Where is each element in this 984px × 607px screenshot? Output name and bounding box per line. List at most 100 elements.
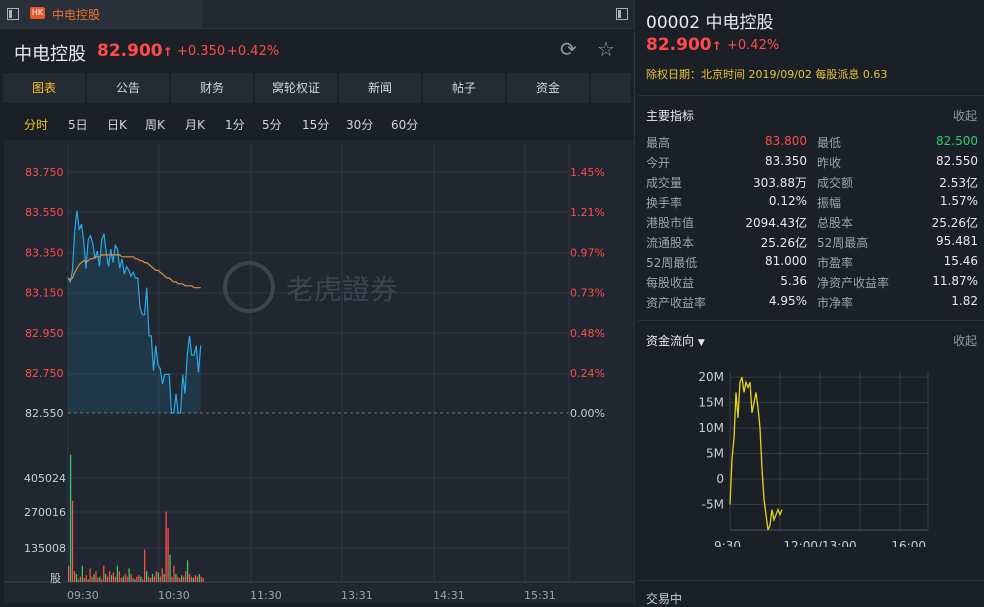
metrics-collapse-button[interactable]: 收起 xyxy=(953,107,977,124)
metric-value: 11.87% xyxy=(932,274,978,288)
volume-bar xyxy=(134,579,136,582)
time-tick-label: 15:31 xyxy=(524,589,556,602)
tab-overflow[interactable] xyxy=(591,73,631,103)
time-tick-label: 13:31 xyxy=(341,589,373,602)
volume-bar xyxy=(130,573,132,582)
pct-tick-label: 0.24% xyxy=(570,367,605,380)
period-5[interactable]: 1分 xyxy=(225,116,245,133)
refresh-icon[interactable]: ⟳ xyxy=(560,37,577,61)
volume-bar xyxy=(138,575,140,582)
trading-status: 交易中 xyxy=(646,592,683,606)
pct-tick-label: 0.48% xyxy=(570,327,605,340)
volume-bar xyxy=(196,576,198,582)
volume-bar xyxy=(116,565,119,582)
volume-bar xyxy=(163,573,165,582)
volume-bar xyxy=(155,571,158,582)
tab-4[interactable]: 新闻 xyxy=(339,73,421,103)
metric-value: 5.36 xyxy=(780,274,807,288)
volume-bar xyxy=(136,576,138,582)
time-tick-label: 14:31 xyxy=(433,589,465,602)
tab-6[interactable]: 资金 xyxy=(507,73,589,103)
volume-bar xyxy=(91,576,93,582)
volume-bar xyxy=(175,573,177,582)
period-0[interactable]: 分时 xyxy=(24,116,48,133)
period-1[interactable]: 5日 xyxy=(68,116,88,133)
metric-label: 今开 xyxy=(646,156,671,170)
volume-bar xyxy=(144,549,146,582)
panel-divider xyxy=(634,0,635,603)
metrics-title: 主要指标 xyxy=(646,109,695,123)
panel-toggle-icon[interactable] xyxy=(616,8,628,20)
tab-1[interactable]: 公告 xyxy=(87,73,169,103)
price-tick-label: 83.550 xyxy=(25,206,64,219)
volume-bar xyxy=(167,527,169,582)
star-icon[interactable]: ☆ xyxy=(597,37,615,61)
period-6[interactable]: 5分 xyxy=(262,116,282,133)
time-tick-label: 10:30 xyxy=(158,589,190,602)
volume-bar xyxy=(183,576,185,582)
volume-bar xyxy=(173,565,175,582)
period-7[interactable]: 15分 xyxy=(302,116,329,133)
tab-2[interactable]: 财务 xyxy=(171,73,253,103)
metric-value: 95.481 xyxy=(936,234,978,248)
metric-value: 25.26亿 xyxy=(931,216,978,230)
flow-title-button[interactable]: 资金流向 ▼ xyxy=(646,332,705,349)
metric-label: 最高 xyxy=(646,136,671,150)
price-tick-label: 83.350 xyxy=(25,246,64,259)
pct-tick-label: 0.97% xyxy=(570,246,605,259)
metric-label: 总股本 xyxy=(817,216,854,230)
volume-bar xyxy=(146,571,148,582)
metric-label: 振幅 xyxy=(817,196,842,210)
price-change-pct: +0.42% xyxy=(227,44,280,59)
volume-bar xyxy=(149,577,152,582)
stock-tab[interactable]: HK 中电控股 xyxy=(0,0,202,28)
volume-bar xyxy=(95,571,97,582)
tab-3[interactable]: 窝轮权证 xyxy=(255,73,337,103)
metric-label: 净资产收益率 xyxy=(817,276,890,290)
period-3[interactable]: 周K xyxy=(145,116,165,133)
volume-bar xyxy=(165,511,167,582)
volume-bar xyxy=(177,576,179,582)
volume-bar xyxy=(194,575,197,582)
pct-tick-label: 0.00% xyxy=(570,407,605,420)
metric-label: 资产收益率 xyxy=(646,296,707,310)
price-tick-label: 83.150 xyxy=(25,287,64,300)
metric-label: 成交量 xyxy=(646,176,683,190)
volume-bar xyxy=(132,577,134,582)
flow-collapse-button[interactable]: 收起 xyxy=(953,332,977,349)
tab-5[interactable]: 帖子 xyxy=(423,73,505,103)
period-9[interactable]: 60分 xyxy=(391,116,418,133)
volume-bar xyxy=(93,573,95,582)
flow-y-tick-label: 5M xyxy=(706,447,724,461)
volume-bar xyxy=(188,573,191,582)
divider xyxy=(638,580,984,581)
metric-label: 52周最低 xyxy=(646,256,698,270)
volume-tick-label: 股 xyxy=(50,572,61,585)
volume-bar xyxy=(89,568,91,582)
hk-badge: HK xyxy=(30,7,45,19)
volume-bar xyxy=(73,571,76,582)
metric-value: 1.57% xyxy=(939,194,978,208)
price-tick-label: 83.750 xyxy=(25,166,64,179)
volume-bar xyxy=(79,576,81,582)
flow-y-tick-label: 15M xyxy=(698,396,724,410)
metric-value: 25.26亿 xyxy=(760,236,807,250)
volume-bar xyxy=(181,575,183,582)
tab-0[interactable]: 图表 xyxy=(3,73,85,103)
volume-bar xyxy=(120,577,122,582)
flow-x-tick-label: 12:00/13:00 xyxy=(783,539,856,547)
volume-bar xyxy=(69,454,72,582)
flow-y-tick-label: 0 xyxy=(716,472,724,486)
period-2[interactable]: 日K xyxy=(107,116,127,133)
period-4[interactable]: 月K xyxy=(185,116,205,133)
intraday-chart[interactable]: 老虎證券 83.750 83.550 83.350 83.150 82.950 82.750… xyxy=(4,140,634,603)
right-price: 82.900↑ xyxy=(646,35,722,55)
sidebar-toggle-icon[interactable] xyxy=(7,8,19,20)
period-8[interactable]: 30分 xyxy=(346,116,373,133)
watermark-logo xyxy=(223,261,275,313)
volume-bar xyxy=(68,565,70,582)
flow-y-tick-label: 10M xyxy=(698,421,724,435)
volume-tick-label: 405024 xyxy=(24,472,66,485)
volume-bar xyxy=(75,573,78,582)
price-change: +0.350 xyxy=(177,44,226,59)
